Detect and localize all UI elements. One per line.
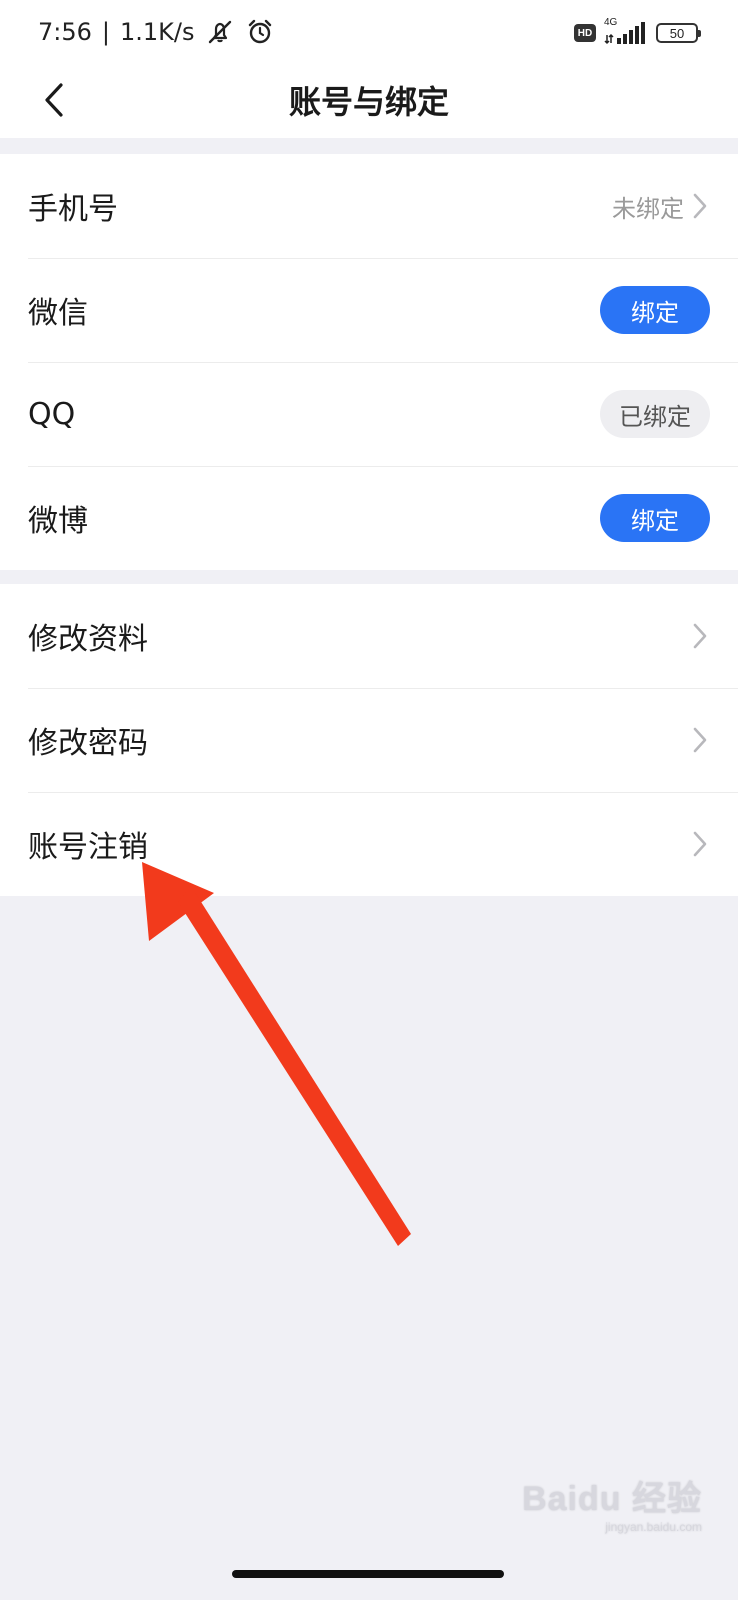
home-indicator[interactable] <box>232 1570 504 1578</box>
row-label: 微博 <box>28 504 88 539</box>
chevron-right-icon <box>690 830 710 858</box>
row-label: 手机号 <box>28 192 118 227</box>
chevron-right-icon <box>690 192 710 220</box>
status-left: 7:56 | 1.1K/s <box>38 14 275 50</box>
bind-wechat-button[interactable]: 绑定 <box>600 286 710 334</box>
row-edit-profile[interactable]: 修改资料 <box>0 584 738 688</box>
signal-icon: 4G <box>604 17 648 45</box>
row-weibo: 微博 绑定 <box>0 466 738 570</box>
account-list: 修改资料 修改密码 账号注销 <box>0 584 738 896</box>
unbound-status: 未绑定 <box>612 194 684 223</box>
row-qq: QQ 已绑定 <box>0 362 738 466</box>
status-bar: 7:56 | 1.1K/s HD 4G 50 <box>0 0 738 66</box>
page-title: 账号与绑定 <box>288 83 449 121</box>
row-wechat: 微信 绑定 <box>0 258 738 362</box>
status-time: 7:56 <box>38 18 92 46</box>
bound-badge: 已绑定 <box>600 390 710 438</box>
chevron-right-icon <box>690 622 710 650</box>
bind-weibo-button[interactable]: 绑定 <box>600 494 710 542</box>
row-label: 修改资料 <box>28 622 148 657</box>
status-separator: | <box>101 18 110 46</box>
watermark-brand: Baidu 经验 <box>522 1480 702 1518</box>
row-label: QQ <box>28 396 76 432</box>
row-label: 微信 <box>28 296 88 331</box>
chevron-left-icon <box>41 82 67 122</box>
watermark: Baidu 经验 jingyan.baidu.com <box>522 1471 702 1534</box>
battery-icon: 50 <box>656 23 701 43</box>
row-label: 账号注销 <box>28 830 148 865</box>
binding-list: 手机号 未绑定 微信 绑定 QQ 已绑定 微博 绑定 <box>0 154 738 570</box>
network-speed: 1.1K/s <box>120 18 195 46</box>
back-button[interactable] <box>30 78 78 126</box>
status-right: HD 4G 50 <box>574 17 701 48</box>
row-delete-account[interactable]: 账号注销 <box>0 792 738 896</box>
row-right: 未绑定 <box>612 189 710 224</box>
row-label: 修改密码 <box>28 726 148 761</box>
watermark-url: jingyan.baidu.com <box>605 1520 702 1534</box>
alarm-icon <box>245 17 275 47</box>
hd-badge: HD <box>574 24 596 42</box>
nav-bar: 账号与绑定 <box>0 66 738 138</box>
mute-icon <box>205 17 235 47</box>
arrow-shaft <box>178 886 411 1246</box>
battery-level: 50 <box>669 25 685 41</box>
row-phone-number[interactable]: 手机号 未绑定 <box>0 154 738 258</box>
chevron-right-icon <box>690 726 710 754</box>
row-change-password[interactable]: 修改密码 <box>0 688 738 792</box>
